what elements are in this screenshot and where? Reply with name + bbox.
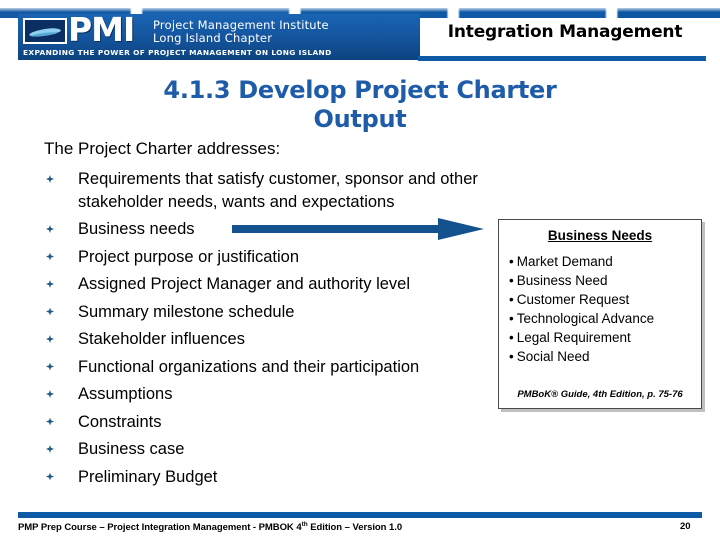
dot-bullet-icon: •	[509, 273, 514, 288]
diamond-bullet-icon	[46, 280, 54, 288]
page-title-line2: Output	[313, 105, 407, 133]
list-item: Constraints	[44, 411, 524, 434]
list-item-label: Business needs	[78, 220, 195, 238]
diamond-bullet-icon	[46, 472, 54, 481]
list-item: Requirements that satisfy customer, spon…	[44, 168, 524, 213]
page-title-line1: 4.1.3 Develop Project Charter	[163, 76, 557, 104]
list-item-label: Customer Request	[516, 292, 630, 307]
list-item: Assigned Project Manager and authority l…	[44, 273, 524, 296]
lead-text: The Project Charter addresses:	[44, 139, 281, 158]
diamond-bullet-icon	[46, 175, 54, 183]
list-item-label: Legal Requirement	[516, 330, 631, 345]
list-item-label: Preliminary Budget	[78, 467, 218, 486]
footer-divider	[18, 512, 702, 518]
dot-bullet-icon: •	[509, 254, 514, 269]
diamond-bullet-icon	[46, 335, 54, 343]
list-item: Assumptions	[44, 383, 524, 406]
pmi-logo-banner: PMI Project Management Institute Long Is…	[18, 14, 420, 60]
footer-text-before: PMP Prep Course – Project Integration Ma…	[18, 522, 302, 534]
dot-bullet-icon: •	[509, 311, 514, 326]
dot-bullet-icon: •	[509, 349, 514, 364]
diamond-bullet-icon	[46, 252, 54, 261]
list-item: Project purpose or justification	[44, 246, 524, 269]
right-arrow-icon	[232, 218, 484, 240]
business-needs-callout: Business Needs • Market Demand • Business …	[498, 219, 702, 409]
header-divider	[418, 56, 706, 61]
list-item-label: Requirements that satisfy customer, spon…	[78, 170, 478, 211]
top-band-highlight	[0, 8, 720, 12]
header-title: Integration Management	[447, 22, 683, 42]
list-item-label: Technological Advance	[516, 311, 655, 326]
footer-text-after: Edition – Version 1.0	[307, 522, 403, 534]
list-item-label: Business Need	[516, 273, 608, 288]
slide-canvas: PMI Project Management Institute Long Is…	[0, 0, 720, 540]
page-number: 20	[680, 521, 691, 532]
list-item-label: Social Need	[516, 349, 590, 364]
callout-citation: PMBoK® Guide, 4th Edition, p. 75-76	[517, 389, 683, 400]
list-item: • Customer Request	[509, 290, 701, 309]
diamond-bullet-icon	[46, 307, 54, 316]
pmi-institute-line: Project Management Institute	[153, 18, 329, 32]
list-item: • Market Demand	[509, 252, 701, 271]
list-item-label: Market Demand	[516, 254, 613, 269]
arrow-shaft	[232, 225, 444, 233]
list-item-label: Functional organizations and their parti…	[78, 357, 420, 376]
list-item: Stakeholder influences	[44, 328, 524, 351]
list-item-label: Stakeholder influences	[78, 330, 245, 348]
list-item-label: Summary milestone schedule	[78, 302, 295, 321]
list-item: • Legal Requirement	[509, 328, 701, 347]
list-item: Business case	[44, 438, 524, 461]
list-item: Summary milestone schedule	[44, 301, 524, 324]
long-island-map-icon	[23, 18, 67, 44]
callout-title: Business Needs	[547, 228, 653, 243]
list-item: Functional organizations and their parti…	[44, 356, 524, 379]
list-item-label: Assigned Project Manager and authority l…	[78, 275, 411, 293]
list-item: • Technological Advance	[509, 309, 701, 328]
list-item-label: Project purpose or justification	[78, 247, 300, 266]
list-item-label: Assumptions	[78, 385, 173, 403]
footer-text: PMP Prep Course – Project Integration Ma…	[18, 521, 402, 533]
diamond-bullet-icon	[46, 362, 54, 371]
list-item: • Business Need	[509, 271, 701, 290]
list-item: Preliminary Budget	[44, 466, 524, 489]
pmi-chapter-name: Project Management Institute Long Island…	[153, 19, 329, 44]
charter-bullet-list: Requirements that satisfy customer, spon…	[44, 168, 524, 493]
dot-bullet-icon: •	[509, 292, 514, 307]
page-title: 4.1.3 Develop Project Charter Output	[60, 76, 660, 134]
pmi-tagline: EXPANDING THE POWER OF PROJECT MANAGEMEN…	[23, 48, 332, 57]
list-item-label: Business case	[78, 440, 185, 458]
diamond-bullet-icon	[46, 417, 54, 426]
diamond-bullet-icon	[46, 445, 54, 453]
diamond-bullet-icon	[46, 390, 54, 398]
list-item: • Social Need	[509, 347, 701, 366]
pmi-acronym: PMI	[68, 14, 135, 49]
pmi-chapter-line: Long Island Chapter	[153, 30, 273, 45]
dot-bullet-icon: •	[509, 330, 514, 345]
list-item-label: Constraints	[78, 412, 162, 431]
arrow-head	[438, 218, 484, 240]
business-needs-list: • Market Demand • Business Need • Customer …	[499, 252, 701, 366]
diamond-bullet-icon	[46, 225, 54, 233]
